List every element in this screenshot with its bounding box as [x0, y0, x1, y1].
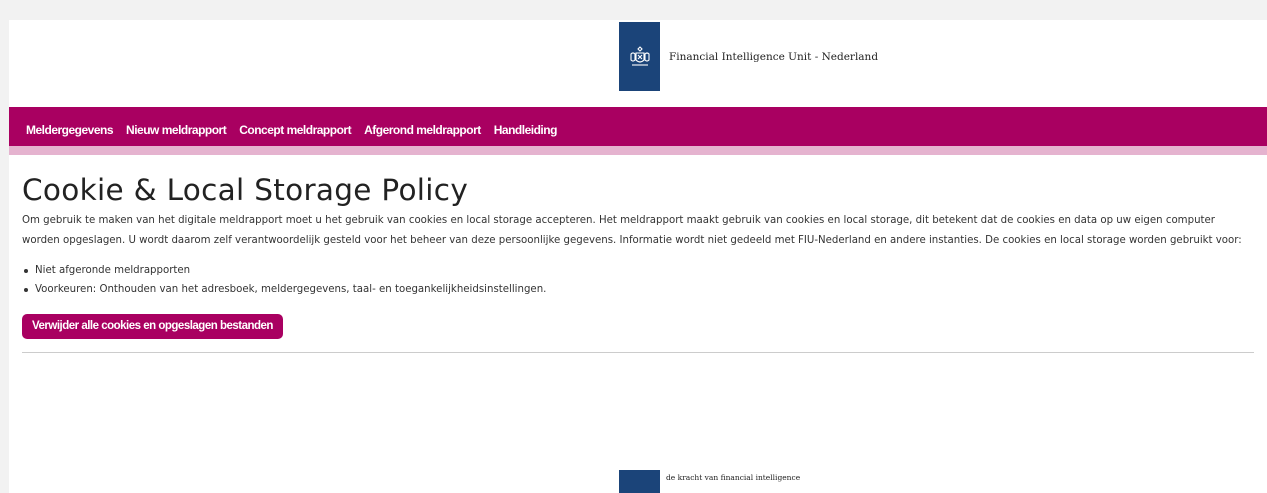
- nav-accent-strip: [9, 146, 1267, 155]
- list-item: Voorkeuren: Onthouden van het adresboek,…: [22, 280, 1254, 299]
- usage-list: Niet afgeronde meldrapporten Voorkeuren:…: [22, 261, 1254, 299]
- nav-item-meldergegevens[interactable]: Meldergegevens: [26, 117, 114, 137]
- org-name: Financial Intelligence Unit - Nederland: [669, 51, 879, 63]
- coat-of-arms-icon: [629, 45, 650, 66]
- footer-logo: [619, 470, 660, 493]
- main-content: Cookie & Local Storage Policy Om gebruik…: [9, 172, 1267, 353]
- footer-tagline: de kracht van financial intelligence: [666, 473, 801, 482]
- site-header: Financial Intelligence Unit - Nederland: [9, 20, 1267, 107]
- nav-item-handleiding[interactable]: Handleiding: [494, 117, 558, 137]
- divider: [22, 352, 1254, 353]
- nav-item-nieuw-meldrapport[interactable]: Nieuw meldrapport: [126, 117, 227, 137]
- main-nav: Meldergegevens Nieuw meldrapport Concept…: [9, 107, 1267, 146]
- delete-cookies-button[interactable]: Verwijder alle cookies en opgeslagen bes…: [22, 314, 283, 339]
- nav-item-afgerond-meldrapport[interactable]: Afgerond meldrapport: [364, 117, 481, 137]
- logo[interactable]: [619, 22, 660, 91]
- list-item: Niet afgeronde meldrapporten: [22, 261, 1254, 280]
- page-title: Cookie & Local Storage Policy: [22, 173, 469, 207]
- page: Financial Intelligence Unit - Nederland …: [9, 20, 1267, 493]
- intro-text: Om gebruik te maken van het digitale mel…: [22, 215, 1242, 246]
- nav-item-concept-meldrapport[interactable]: Concept meldrapport: [239, 117, 351, 137]
